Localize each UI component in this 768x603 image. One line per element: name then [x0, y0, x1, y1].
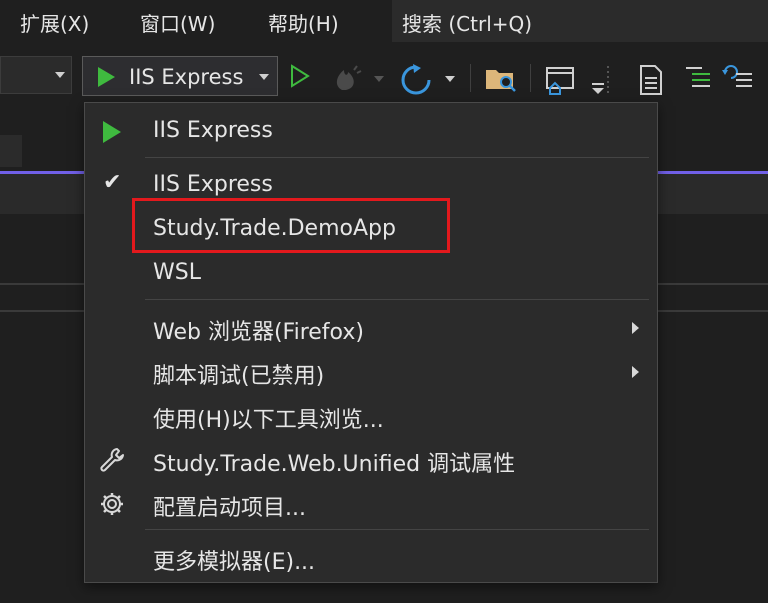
format-lines-icon[interactable] — [684, 64, 712, 92]
chevron-down-icon[interactable] — [445, 76, 455, 82]
dropdown-item-wsl[interactable]: WSL — [85, 251, 657, 295]
search-label: 搜索 (Ctrl+Q) — [402, 12, 533, 36]
chevron-right-icon — [632, 366, 639, 378]
dropdown-item-label: 配置启动项目... — [153, 496, 306, 521]
menu-help[interactable]: 帮助(H) — [268, 8, 339, 37]
menu-bar: 扩展(X) 窗口(W) 帮助(H) 搜索 (Ctrl+Q) — [0, 0, 768, 42]
dropdown-item-label: IIS Express — [153, 118, 273, 143]
dropdown-item-label: 更多模拟器(E)... — [153, 550, 316, 575]
document-tab[interactable] — [0, 135, 22, 167]
folder-search-icon[interactable] — [484, 64, 518, 94]
dropdown-item-configure-startup[interactable]: 配置启动项目... — [85, 481, 657, 525]
start-debug-label: IIS Express — [129, 65, 244, 89]
start-debug-button[interactable]: IIS Express — [82, 56, 278, 96]
dropdown-item-label: Web 浏览器(Firefox) — [153, 320, 364, 345]
start-without-debugging-icon[interactable] — [288, 64, 312, 88]
highlight-box — [132, 198, 450, 253]
debug-target-dropdown: IIS Express ✔ IIS Express Study.Trade.De… — [84, 102, 658, 583]
menu-separator — [145, 157, 649, 158]
play-icon — [103, 121, 121, 143]
hot-reload-icon[interactable] — [332, 64, 362, 92]
browser-home-icon[interactable] — [544, 64, 576, 96]
menu-extensions[interactable]: 扩展(X) — [20, 8, 89, 37]
dropdown-item-debug-properties[interactable]: Study.Trade.Web.Unified 调试属性 — [85, 437, 657, 481]
undo-lines-icon[interactable] — [722, 64, 754, 92]
toolbar-separator — [470, 64, 471, 92]
chevron-down-icon[interactable] — [259, 74, 269, 80]
solution-config-combo[interactable] — [0, 56, 72, 94]
menu-window[interactable]: 窗口(W) — [140, 8, 215, 37]
dropdown-item-more-emulators[interactable]: 更多模拟器(E)... — [85, 535, 657, 579]
document-icon[interactable] — [638, 64, 664, 96]
dropdown-item-browse-with[interactable]: 使用(H)以下工具浏览... — [85, 393, 657, 437]
dropdown-item-label: 脚本调试(已禁用) — [153, 364, 325, 389]
dropdown-item-label: IIS Express — [153, 172, 273, 197]
menu-separator — [145, 529, 649, 530]
dropdown-item-script-debugging[interactable]: 脚本调试(已禁用) — [85, 349, 657, 393]
chevron-down-icon — [55, 72, 65, 78]
checkmark-icon: ✔ — [103, 170, 122, 195]
dropdown-item-label: Study.Trade.Web.Unified 调试属性 — [153, 452, 516, 477]
chevron-right-icon — [632, 322, 639, 334]
search-box[interactable]: 搜索 (Ctrl+Q) — [392, 0, 768, 42]
dropdown-item-label: 使用(H)以下工具浏览... — [153, 408, 384, 433]
chevron-down-icon — [374, 76, 384, 82]
dropdown-item-label: WSL — [153, 260, 201, 285]
wrench-icon — [100, 448, 124, 472]
toolbar-separator — [530, 64, 531, 92]
menu-separator — [145, 299, 649, 300]
overflow-icon[interactable] — [588, 64, 610, 96]
gear-icon — [101, 493, 123, 515]
dropdown-item-iis-express-run[interactable]: IIS Express — [85, 109, 657, 153]
play-icon — [98, 67, 115, 87]
dropdown-item-web-browser[interactable]: Web 浏览器(Firefox) — [85, 305, 657, 349]
toolbar: IIS Express — [0, 42, 768, 104]
refresh-icon[interactable] — [400, 64, 434, 96]
